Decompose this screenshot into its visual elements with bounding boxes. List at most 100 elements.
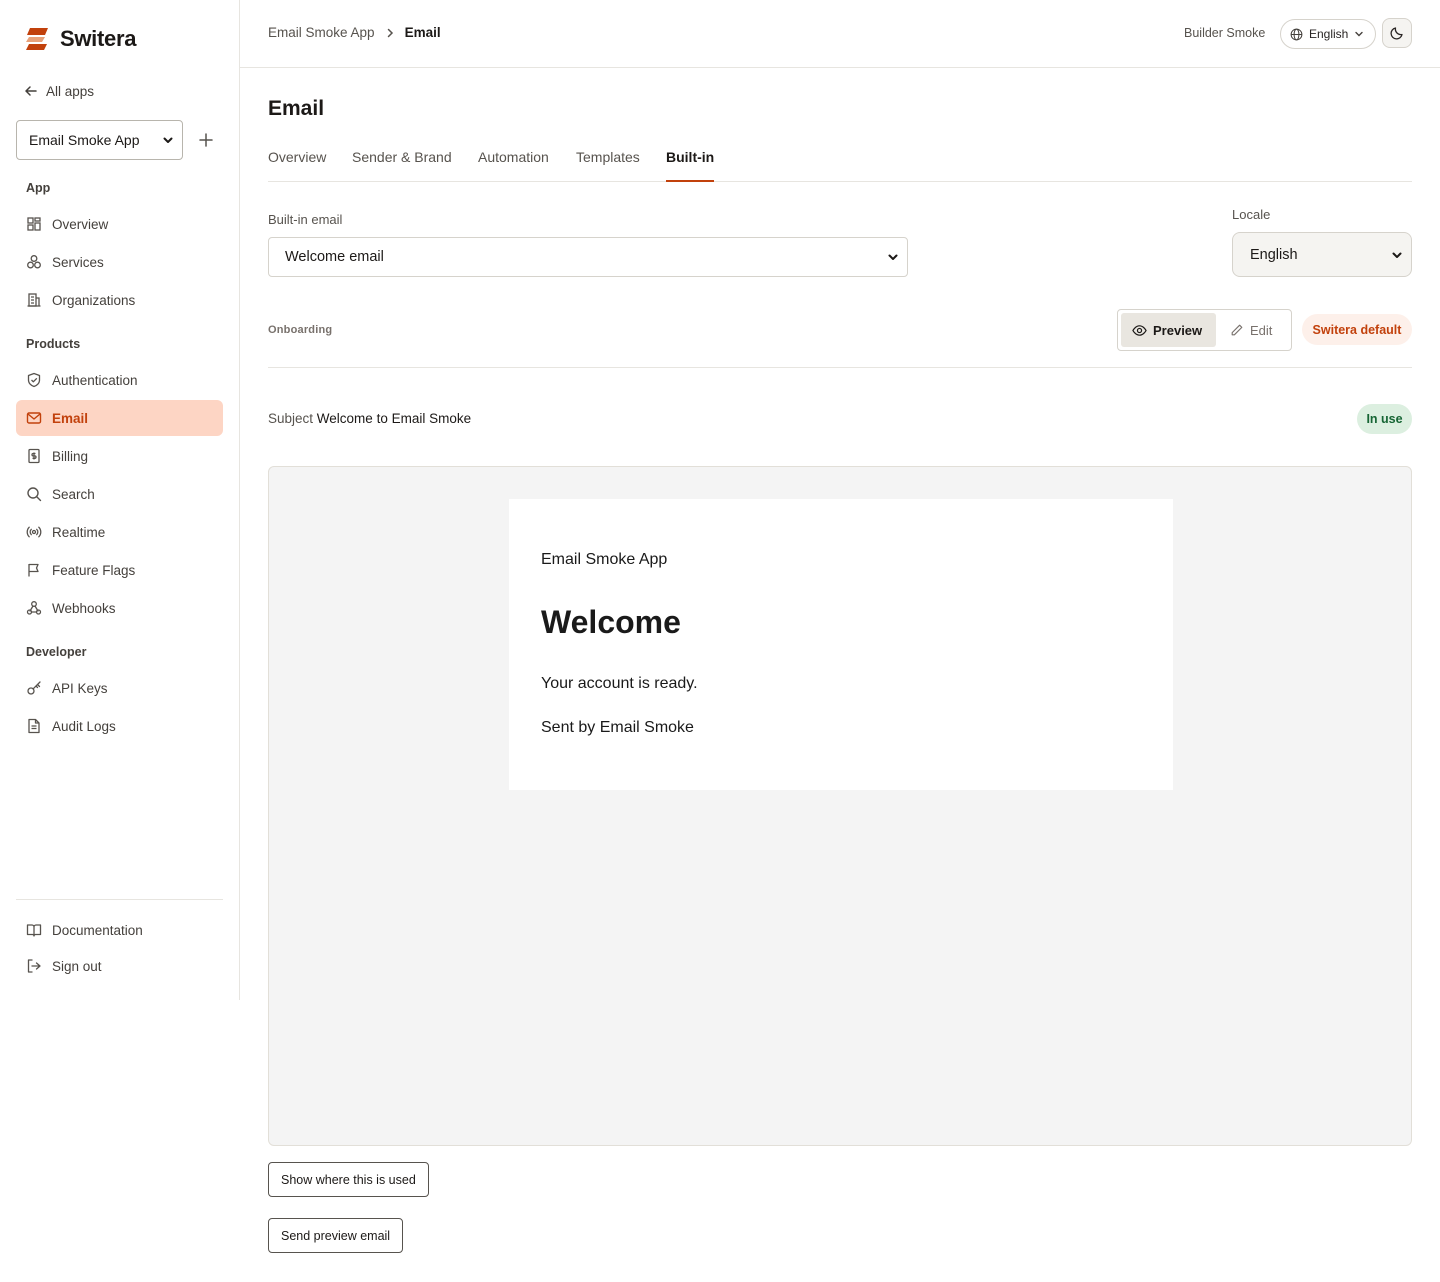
email-footer: Sent by Email Smoke xyxy=(541,719,694,736)
subject-value: Welcome to Email Smoke xyxy=(316,411,472,426)
chevron-down-icon xyxy=(888,254,898,260)
email-heading: Welcome xyxy=(541,604,681,640)
nav-section-app: App xyxy=(26,181,51,195)
send-preview-button[interactable]: Send preview email xyxy=(268,1218,404,1253)
sidebar-item-email[interactable]: Email xyxy=(16,400,223,436)
sidebar-item-label: Billing xyxy=(52,448,89,464)
tab-built-in[interactable]: Built-in xyxy=(666,149,715,182)
top-bar: Email Smoke App Email Builder Smoke Engl… xyxy=(240,0,1440,68)
app-select[interactable]: Email Smoke App xyxy=(16,120,183,160)
nav-section-products: Products xyxy=(26,337,81,351)
view-mode-toggle: Preview Edit xyxy=(1117,309,1292,351)
sidebar-item-label: Documentation xyxy=(52,922,143,938)
sidebar-item-label: Services xyxy=(52,254,104,270)
sidebar-item-webhooks[interactable]: Webhooks xyxy=(16,590,223,626)
status-badge: In use xyxy=(1357,404,1412,434)
services-icon xyxy=(27,255,41,269)
shield-icon xyxy=(27,372,41,388)
tab-overview[interactable]: Overview xyxy=(268,149,326,182)
sidebar-item-label: Sign out xyxy=(52,958,102,974)
preview-mode-label: Preview xyxy=(1153,322,1203,338)
edit-mode-button[interactable]: Edit xyxy=(1230,313,1290,347)
sidebar-item-feature-flags[interactable]: Feature Flags xyxy=(16,552,223,588)
email-app-name: Email Smoke App xyxy=(541,551,668,568)
template-category: Onboarding xyxy=(268,324,333,336)
search-icon xyxy=(27,487,42,502)
builtin-email-value: Welcome email xyxy=(285,249,384,265)
sidebar-item-label: Overview xyxy=(52,216,109,232)
brand-name: Switera xyxy=(60,26,137,51)
locale-select[interactable]: English xyxy=(1232,232,1412,277)
page-title: Email xyxy=(268,97,325,120)
sidebar-item-realtime[interactable]: Realtime xyxy=(16,514,223,550)
sidebar-item-label: Webhooks xyxy=(52,600,116,616)
sidebar-item-label: Authentication xyxy=(52,372,138,388)
moon-icon xyxy=(1390,27,1403,40)
sidebar-item-label: API Keys xyxy=(52,680,108,696)
arrow-left-icon xyxy=(25,86,37,96)
all-apps-label: All apps xyxy=(46,83,95,99)
key-icon xyxy=(27,681,41,695)
sign-out-icon xyxy=(27,959,41,973)
chevron-down-icon xyxy=(1392,252,1402,258)
user-name[interactable]: Builder Smoke xyxy=(1184,26,1265,40)
sidebar-item-overview[interactable]: Overview xyxy=(16,206,223,242)
tab-templates[interactable]: Templates xyxy=(576,149,640,182)
broadcast-icon xyxy=(26,526,42,538)
breadcrumb-current: Email xyxy=(404,25,441,40)
sidebar-item-organizations[interactable]: Organizations xyxy=(16,282,223,318)
switera-logo-icon xyxy=(26,28,48,50)
sidebar-divider xyxy=(16,899,223,900)
sidebar: Switera All apps Email Smoke App App Ove… xyxy=(0,0,240,1000)
sidebar-item-search[interactable]: Search xyxy=(16,476,223,512)
locale-label: Locale xyxy=(1232,207,1271,222)
builtin-email-select[interactable]: Welcome email xyxy=(268,237,908,277)
breadcrumb-app[interactable]: Email Smoke App xyxy=(268,25,375,40)
sidebar-item-billing[interactable]: Billing xyxy=(16,438,223,474)
chevron-down-icon xyxy=(163,137,173,143)
theme-toggle-button[interactable] xyxy=(1382,18,1412,48)
webhook-icon xyxy=(26,601,42,615)
eye-icon xyxy=(1132,324,1147,336)
builtin-email-label: Built-in email xyxy=(268,212,343,227)
sidebar-item-label: Search xyxy=(52,486,95,502)
sidebar-item-label: Email xyxy=(52,410,89,426)
preview-mode-button[interactable]: Preview xyxy=(1121,313,1216,347)
email-tabs: Overview Sender & Brand Automation Templ… xyxy=(268,144,1412,182)
subject-label: Subject xyxy=(268,411,314,426)
sidebar-item-documentation[interactable]: Documentation xyxy=(16,912,223,948)
book-icon xyxy=(26,924,42,937)
brand[interactable]: Switera xyxy=(24,26,136,52)
plus-icon xyxy=(199,133,213,147)
sidebar-item-audit-logs[interactable]: Audit Logs xyxy=(16,708,223,744)
language-label: English xyxy=(1309,27,1349,41)
language-switcher[interactable]: English xyxy=(1280,19,1376,49)
email-preview-frame: Email Smoke App Welcome Your account is … xyxy=(268,466,1412,1146)
breadcrumb: Email Smoke App Email xyxy=(268,25,441,40)
sidebar-item-api-keys[interactable]: API Keys xyxy=(16,670,223,706)
building-icon xyxy=(27,293,41,307)
sidebar-item-authentication[interactable]: Authentication xyxy=(16,362,223,398)
sidebar-item-label: Audit Logs xyxy=(52,718,116,734)
sidebar-item-services[interactable]: Services xyxy=(16,244,223,280)
tab-automation[interactable]: Automation xyxy=(478,149,549,182)
email-subject: Subject Welcome to Email Smoke xyxy=(268,411,471,426)
chevron-right-icon xyxy=(387,28,393,37)
all-apps-link[interactable]: All apps xyxy=(24,82,94,100)
overview-grid-icon xyxy=(27,217,41,231)
email-body: Your account is ready. xyxy=(541,675,698,692)
email-preview-card: Email Smoke App Welcome Your account is … xyxy=(509,499,1173,790)
sidebar-item-label: Realtime xyxy=(52,524,106,540)
show-usage-button[interactable]: Show where this is used xyxy=(268,1162,429,1197)
locale-value: English xyxy=(1250,246,1298,263)
flag-icon xyxy=(28,563,39,577)
edit-mode-label: Edit xyxy=(1250,322,1273,338)
add-app-button[interactable] xyxy=(196,128,216,152)
tab-sender-brand[interactable]: Sender & Brand xyxy=(352,149,452,182)
sidebar-item-label: Feature Flags xyxy=(52,562,136,578)
mail-icon xyxy=(26,412,42,424)
source-badge: Switera default xyxy=(1302,314,1412,345)
pencil-icon xyxy=(1231,324,1243,336)
receipt-icon xyxy=(28,448,40,464)
sidebar-item-sign-out[interactable]: Sign out xyxy=(16,948,223,984)
